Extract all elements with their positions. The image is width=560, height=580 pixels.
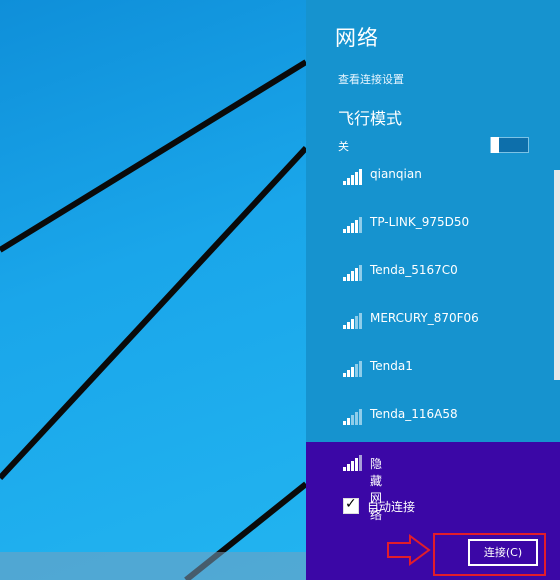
network-name: Tenda1 [370,359,413,373]
airplane-mode-toggle[interactable] [490,137,529,153]
network-item[interactable]: TP-LINK_975D50 [306,200,554,246]
taskbar-strip [0,552,306,580]
wifi-signal-icon [343,265,362,281]
wifi-signal-icon [343,169,362,185]
view-connection-settings-link[interactable]: 查看连接设置 [338,71,404,87]
airplane-mode-state: 关 [338,140,349,153]
toggle-thumb [491,137,499,153]
network-name: TP-LINK_975D50 [370,215,470,229]
auto-connect-checkbox[interactable]: ✓ [343,496,359,514]
panel-title: 网络 [335,26,379,50]
connect-button[interactable]: 连接(C) [468,539,538,566]
network-item[interactable]: Tenda_116A58 [306,392,554,438]
wifi-signal-icon [343,455,362,471]
airplane-mode-heading: 飞行模式 [338,109,403,128]
desktop-wallpaper [0,0,306,580]
list-scrollbar[interactable] [554,170,560,380]
network-item[interactable]: Tenda_5167C0 [306,248,554,294]
wifi-signal-icon [343,217,362,233]
network-name: Tenda_116A58 [370,407,458,421]
auto-connect-label: 自动连接 [367,500,416,514]
wifi-signal-icon [343,361,362,377]
network-list: qianqian TP-LINK_975D50 Tenda_5167C0 MER… [306,160,554,442]
network-name: MERCURY_870F06 [370,311,479,325]
wifi-signal-icon [343,313,362,329]
wifi-signal-icon [343,409,362,425]
checkmark-icon: ✓ [345,496,357,512]
network-name: qianqian [370,167,422,181]
network-item[interactable]: qianqian [306,160,554,198]
wallpaper-lines [0,59,306,580]
network-name: Tenda_5167C0 [370,263,458,277]
network-item[interactable]: MERCURY_870F06 [306,296,554,342]
network-item[interactable]: Tenda1 [306,344,554,390]
red-arrow-annotation-icon [387,534,431,566]
